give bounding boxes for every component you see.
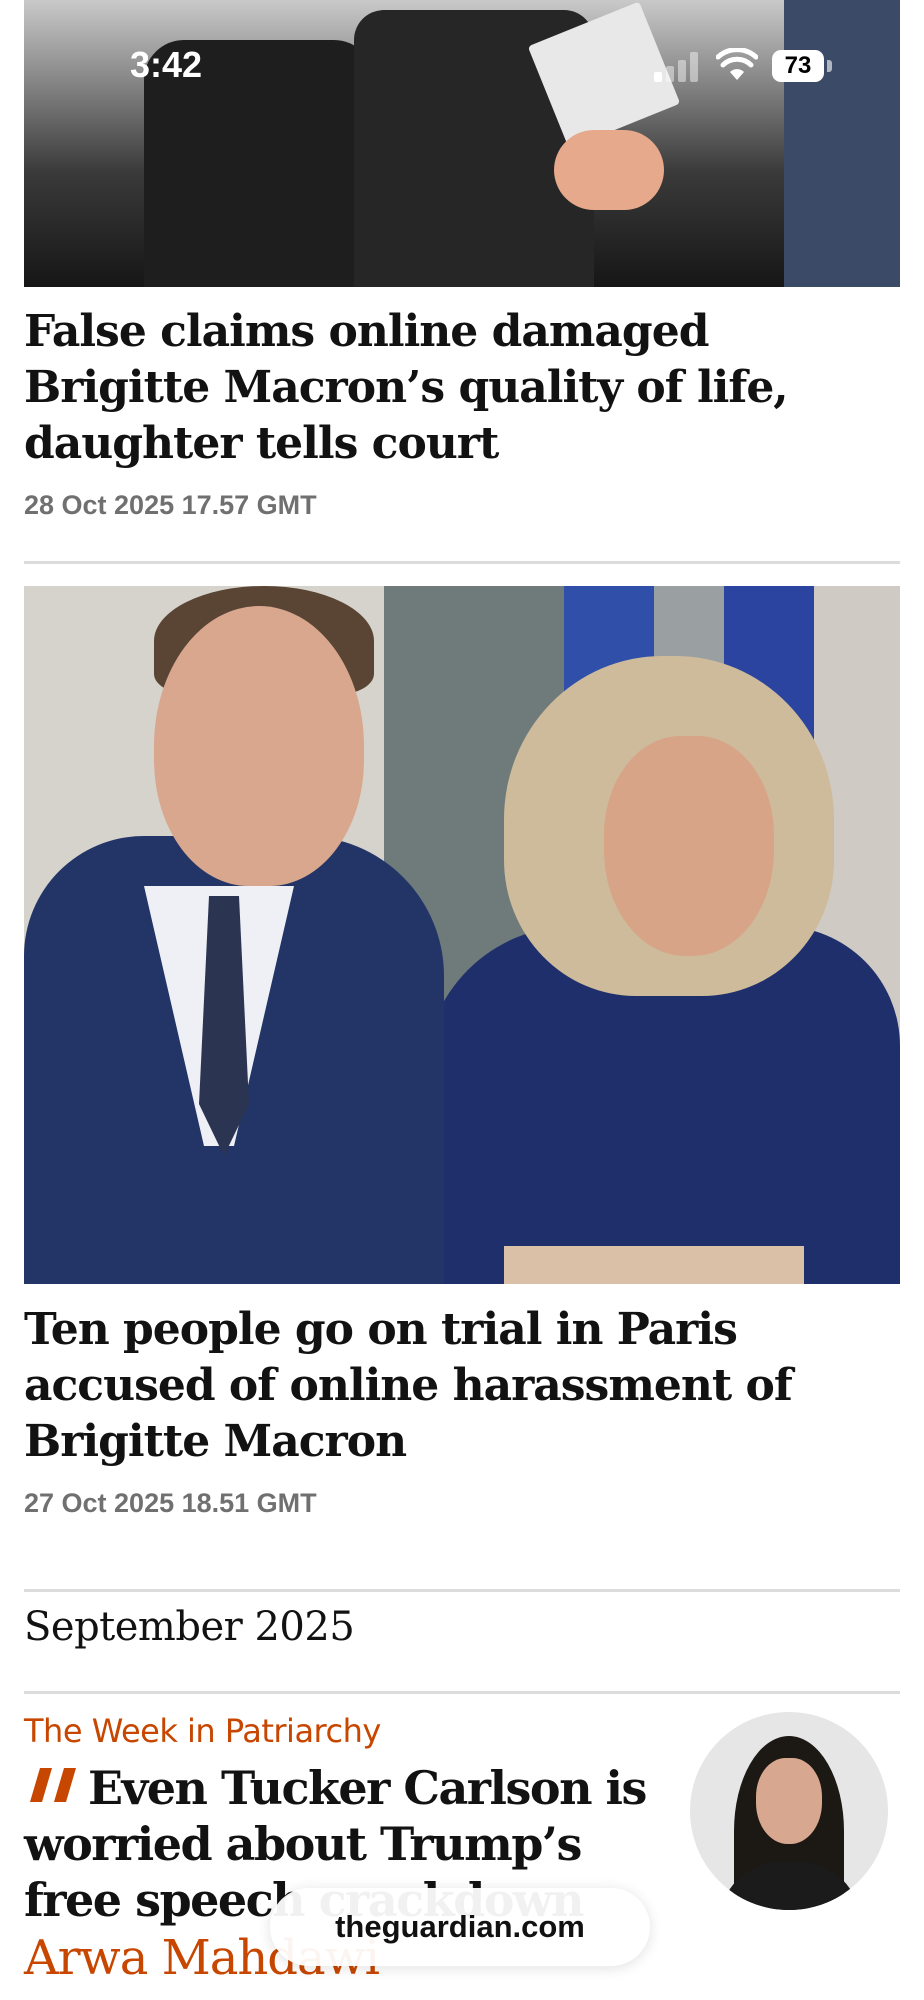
article-date: 28 Oct 2025 17.57 GMT (24, 490, 317, 520)
article-date: 27 Oct 2025 18.51 GMT (24, 1488, 317, 1518)
author-avatar (690, 1712, 888, 1910)
article-card-1[interactable]: False claims online damaged Brigitte Mac… (24, 304, 900, 521)
divider (24, 1589, 900, 1592)
section-title: September 2025 (24, 1604, 355, 1650)
wifi-icon (716, 48, 758, 80)
article-image-2[interactable] (24, 586, 900, 1284)
url-text: theguardian.com (335, 1909, 585, 1944)
article-headline[interactable]: Ten people go on trial in Paris accused … (24, 1302, 900, 1470)
divider (24, 1691, 900, 1694)
quote-icon (30, 1768, 76, 1802)
battery-nub (827, 60, 832, 72)
divider (24, 561, 900, 564)
article-headline[interactable]: False claims online damaged Brigitte Mac… (24, 304, 900, 472)
battery-icon: 73 (772, 50, 824, 82)
opinion-kicker[interactable]: The Week in Patriarchy (24, 1712, 381, 1750)
address-bar[interactable]: theguardian.com (270, 1888, 650, 1966)
status-bar: 3:42 73 (0, 0, 924, 130)
article-card-2[interactable]: Ten people go on trial in Paris accused … (24, 1302, 900, 1519)
status-time: 3:42 (130, 44, 203, 85)
cellular-signal-icon (654, 52, 698, 82)
